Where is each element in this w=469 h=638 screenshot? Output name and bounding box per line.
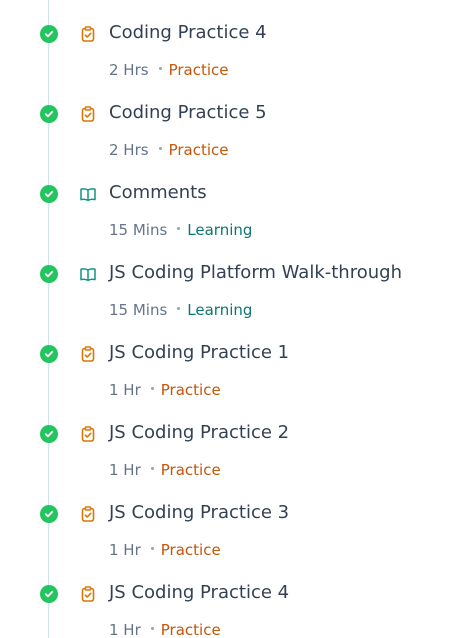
session-item[interactable]: JS Coding Platform Walk-through 15 Mins Le… (0, 240, 469, 320)
session-category: Practice (168, 141, 229, 159)
session-duration: 1 Hr (109, 461, 141, 479)
completed-check-icon (40, 185, 58, 203)
session-title[interactable]: Coding Practice 5 (109, 102, 267, 124)
session-title[interactable]: Coding Practice 4 (109, 22, 267, 44)
session-item[interactable]: JS Coding Practice 4 1 Hr Practice (0, 560, 469, 638)
separator-dot (150, 627, 154, 630)
clipboard-check-icon (79, 425, 97, 443)
separator-dot (150, 467, 154, 470)
separator-dot (158, 67, 162, 70)
clipboard-check-icon (79, 585, 97, 603)
session-duration: 2 Hrs (109, 61, 149, 79)
clipboard-check-icon (79, 345, 97, 363)
completed-check-icon (40, 25, 58, 43)
session-item[interactable]: Coding Practice 5 2 Hrs Practice (0, 80, 469, 160)
open-book-icon (79, 265, 97, 283)
session-item[interactable]: JS Coding Practice 3 1 Hr Practice (0, 480, 469, 560)
session-title[interactable]: JS Coding Platform Walk-through (109, 262, 402, 284)
session-meta: 1 Hr Practice (109, 620, 221, 638)
open-book-icon (79, 185, 97, 203)
separator-dot (177, 307, 181, 310)
session-duration: 1 Hr (109, 621, 141, 638)
separator-dot (150, 547, 154, 550)
session-meta: 15 Mins Learning (109, 300, 252, 320)
completed-check-icon (40, 425, 58, 443)
session-category: Practice (160, 381, 221, 399)
session-meta: 1 Hr Practice (109, 380, 221, 400)
session-category: Practice (160, 541, 221, 559)
completed-check-icon (40, 505, 58, 523)
session-category: Learning (187, 301, 253, 319)
session-title[interactable]: JS Coding Practice 2 (109, 422, 289, 444)
session-item[interactable]: JS Coding Practice 1 1 Hr Practice (0, 320, 469, 400)
separator-dot (150, 387, 154, 390)
session-meta: 1 Hr Practice (109, 540, 221, 560)
clipboard-check-icon (79, 105, 97, 123)
completed-check-icon (40, 345, 58, 363)
session-duration: 15 Mins (109, 221, 168, 239)
session-category: Practice (168, 61, 229, 79)
session-duration: 1 Hr (109, 381, 141, 399)
session-item[interactable]: JS Coding Practice 2 1 Hr Practice (0, 400, 469, 480)
session-category: Practice (160, 461, 221, 479)
session-meta: 15 Mins Learning (109, 220, 252, 240)
session-meta: 1 Hr Practice (109, 460, 221, 480)
separator-dot (158, 147, 162, 150)
session-category: Practice (160, 621, 221, 638)
completed-check-icon (40, 265, 58, 283)
clipboard-check-icon (79, 505, 97, 523)
session-title[interactable]: JS Coding Practice 3 (109, 502, 289, 524)
completed-check-icon (40, 585, 58, 603)
session-item[interactable]: Comments 15 Mins Learning (0, 160, 469, 240)
session-duration: 1 Hr (109, 541, 141, 559)
session-title[interactable]: Comments (109, 182, 207, 204)
separator-dot (177, 227, 181, 230)
session-category: Learning (187, 221, 253, 239)
session-duration: 15 Mins (109, 301, 168, 319)
session-title[interactable]: JS Coding Practice 4 (109, 582, 289, 604)
clipboard-check-icon (79, 25, 97, 43)
session-title[interactable]: JS Coding Practice 1 (109, 342, 289, 364)
session-timeline: Coding Practice 42 Hrs Practice Coding Pra… (0, 0, 469, 638)
session-meta: 2 Hrs Practice (109, 140, 229, 160)
session-duration: 2 Hrs (109, 141, 149, 159)
session-meta: 2 Hrs Practice (109, 60, 229, 80)
session-item[interactable]: Coding Practice 4 2 Hrs Practice (0, 0, 469, 80)
completed-check-icon (40, 105, 58, 123)
